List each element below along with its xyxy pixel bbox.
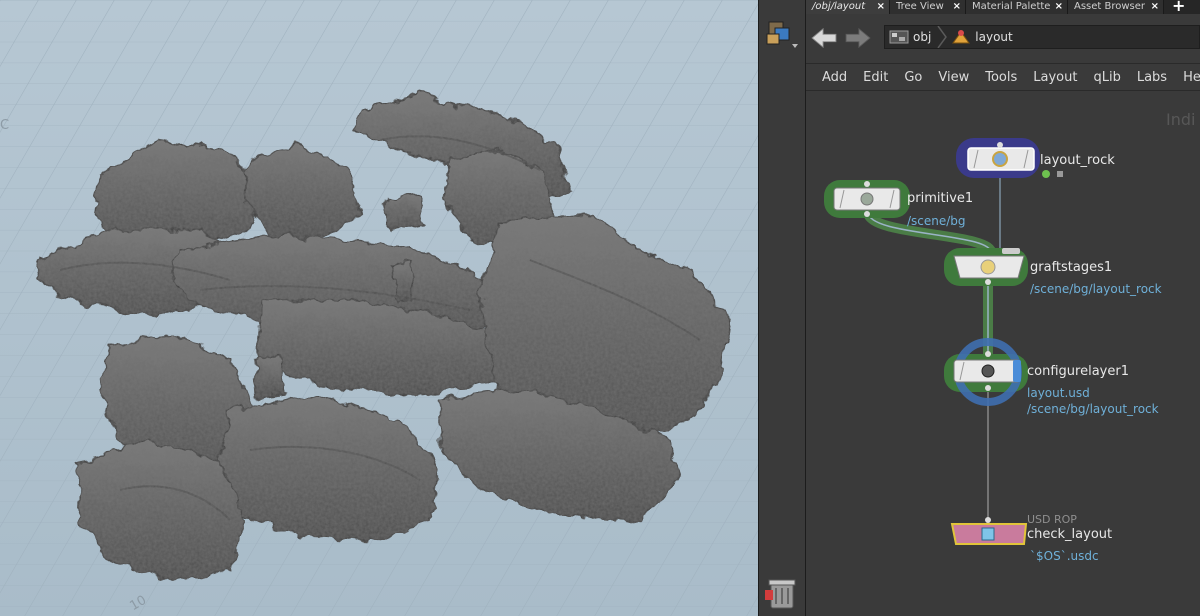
pane-tab-bar: /obj/layout × Tree View × Material Palet… xyxy=(806,0,1200,14)
tab-material-palette[interactable]: Material Palette × xyxy=(966,0,1068,14)
menu-view[interactable]: View xyxy=(930,70,977,85)
breadcrumb-obj[interactable]: obj xyxy=(885,26,937,48)
viewport-corner-label: C xyxy=(0,118,10,133)
pane-shelf xyxy=(758,0,806,616)
network-editor: /obj/layout × Tree View × Material Palet… xyxy=(806,0,1200,616)
menu-labs[interactable]: Labs xyxy=(1129,70,1175,85)
node-label-configurelayer1: configurelayer1 xyxy=(1027,364,1129,379)
graft-icon xyxy=(980,259,996,275)
node-wires xyxy=(863,177,1001,524)
obj-network-icon xyxy=(889,30,909,44)
lock-icon xyxy=(1057,171,1063,177)
node-graftstages1[interactable] xyxy=(944,248,1028,286)
node-label-check-layout: check_layout xyxy=(1027,527,1113,542)
node-graph xyxy=(824,138,1063,545)
add-tab-button[interactable]: + xyxy=(1164,0,1193,14)
close-icon[interactable]: × xyxy=(1151,0,1159,14)
node-label-graftstages1: graftstages1 xyxy=(1030,260,1113,275)
rop-icon xyxy=(981,527,995,541)
node-path-graftstages1: /scene/bg/layout_rock xyxy=(1030,282,1162,296)
menu-go[interactable]: Go xyxy=(896,70,930,85)
close-icon[interactable]: × xyxy=(1055,0,1063,14)
menu-add[interactable]: Add xyxy=(814,70,855,85)
recycle-bin-icon[interactable] xyxy=(765,579,796,609)
network-canvas[interactable]: Indi layout_rock primitive1 /scene/bg gr… xyxy=(806,92,1200,616)
forward-arrow-icon[interactable] xyxy=(844,27,872,49)
close-icon[interactable]: × xyxy=(877,0,885,14)
back-arrow-icon[interactable] xyxy=(810,27,838,49)
tab-label: Tree View xyxy=(896,1,944,12)
desktop-switch-icon[interactable] xyxy=(766,21,798,48)
tab-label: Asset Browser xyxy=(1074,1,1146,12)
menu-layout[interactable]: Layout xyxy=(1025,70,1085,85)
node-check-layout[interactable] xyxy=(950,517,1028,545)
network-menu-bar: Add Edit Go View Tools Layout qLib Labs … xyxy=(806,63,1200,91)
tab-label: Material Palette xyxy=(972,1,1051,12)
node-output-check-layout: `$OS`.usdc xyxy=(1030,549,1099,563)
node-file-configurelayer1: layout.usd xyxy=(1027,386,1090,400)
node-path-configurelayer1: /scene/bg/layout_rock xyxy=(1027,402,1159,416)
tab-asset-browser[interactable]: Asset Browser × xyxy=(1068,0,1164,14)
breadcrumb-layout[interactable]: layout xyxy=(947,26,1018,48)
viewport-scene xyxy=(0,0,758,616)
scene-viewport[interactable]: C 10 xyxy=(0,0,758,616)
breadcrumb-label: obj xyxy=(913,30,932,44)
status-ok-icon xyxy=(1042,170,1050,178)
node-type-check-layout: USD ROP xyxy=(1027,513,1077,526)
layout-lop-icon xyxy=(952,30,971,44)
node-primitive1[interactable] xyxy=(824,180,910,218)
path-breadcrumb: obj layout xyxy=(884,25,1200,49)
close-icon[interactable]: × xyxy=(953,0,961,14)
tab-tree-view[interactable]: Tree View × xyxy=(890,0,966,14)
menu-tools[interactable]: Tools xyxy=(977,70,1025,85)
path-bar: obj layout xyxy=(806,14,1200,62)
chevron-right-icon xyxy=(937,26,948,48)
node-path-primitive1: /scene/bg xyxy=(907,214,966,228)
tab-label: /obj/layout xyxy=(812,1,866,12)
layer-config-icon xyxy=(981,364,995,378)
menu-qlib[interactable]: qLib xyxy=(1085,70,1128,85)
tab-obj-layout[interactable]: /obj/layout × xyxy=(806,0,890,14)
node-label-primitive1: primitive1 xyxy=(907,191,974,206)
primitive-icon xyxy=(860,192,874,206)
menu-help[interactable]: Help xyxy=(1175,70,1200,85)
node-label-layout-rock: layout_rock xyxy=(1040,153,1115,168)
breadcrumb-label: layout xyxy=(975,30,1013,44)
menu-edit[interactable]: Edit xyxy=(855,70,896,85)
subnet-icon xyxy=(992,151,1008,167)
